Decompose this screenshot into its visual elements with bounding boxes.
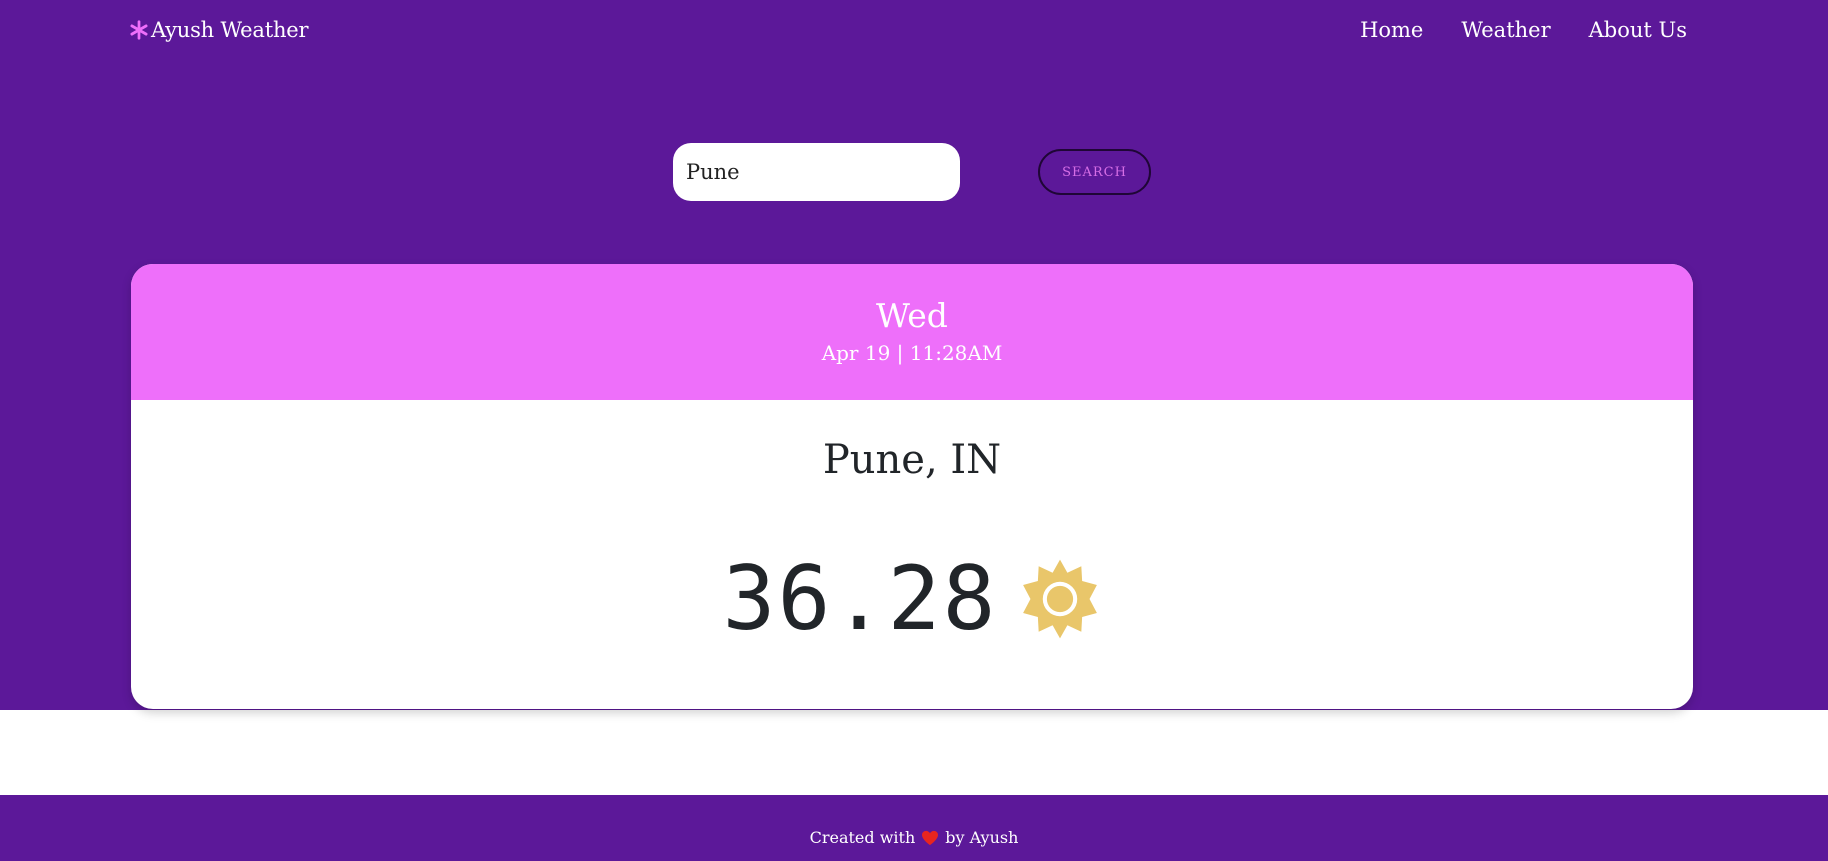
footer-text-after: by Ayush xyxy=(945,828,1019,847)
hero-section: Ayush Weather Home Weather About Us SEAR… xyxy=(0,0,1828,710)
navbar: Ayush Weather Home Weather About Us xyxy=(0,0,1828,64)
brand-name: Ayush Weather xyxy=(151,18,309,42)
heart-icon xyxy=(922,830,939,845)
weather-card-header: Wed Apr 19 | 11:28AM xyxy=(131,264,1693,400)
nav-home-link[interactable]: Home xyxy=(1360,18,1423,42)
date-time-label: Apr 19 | 11:28AM xyxy=(821,341,1003,365)
weather-card: Wed Apr 19 | 11:28AM Pune, IN 36.28 xyxy=(131,264,1693,709)
search-button[interactable]: SEARCH xyxy=(1038,149,1151,195)
brand-link[interactable]: Ayush Weather xyxy=(128,18,309,42)
nav-links: Home Weather About Us xyxy=(1360,18,1687,42)
sun-icon xyxy=(1023,559,1098,639)
weekday-label: Wed xyxy=(876,296,948,335)
temperature-value: 36.28 xyxy=(722,547,998,650)
nav-weather-link[interactable]: Weather xyxy=(1461,18,1550,42)
city-name: Pune, IN xyxy=(822,437,1002,483)
footer: Created with by Ayush xyxy=(0,795,1828,861)
city-search-input[interactable] xyxy=(673,143,960,201)
nav-about-link[interactable]: About Us xyxy=(1589,18,1687,42)
snowflake-icon xyxy=(130,20,148,40)
footer-credit: Created with by Ayush xyxy=(810,795,1019,847)
temperature-row: 36.28 xyxy=(131,554,1693,644)
footer-text-before: Created with xyxy=(809,828,916,847)
